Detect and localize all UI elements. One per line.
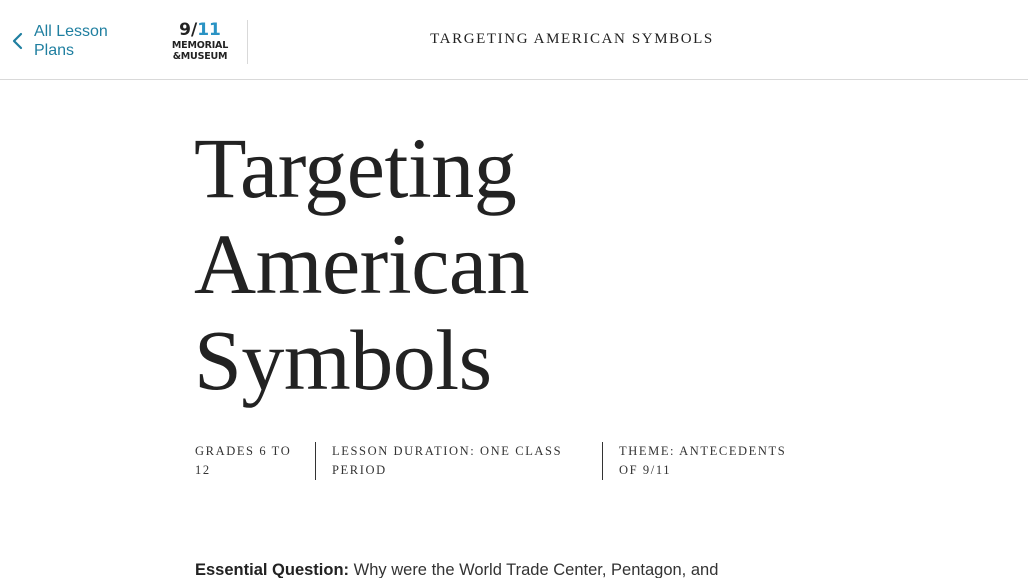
header-divider <box>247 20 248 64</box>
meta-divider <box>602 442 603 480</box>
back-link-label: All Lesson Plans <box>34 23 108 59</box>
logo-line-memorial: MEMORIAL <box>171 40 229 51</box>
page-title: Targeting American Symbols <box>194 120 530 408</box>
back-to-lesson-plans-link[interactable]: All Lesson Plans <box>10 21 134 61</box>
logo-line-museum: &MUSEUM <box>172 51 228 62</box>
chevron-left-icon <box>10 31 24 51</box>
header-title: TARGETING AMERICAN SYMBOLS <box>430 31 714 47</box>
meta-divider <box>315 442 316 480</box>
logo-mark-eleven: 11 <box>197 20 221 40</box>
meta-duration: LESSON DURATION: ONE CLASS PERIOD <box>332 444 563 477</box>
essential-question-label: Essential Question: <box>195 561 350 578</box>
essential-question: Essential Question: Why were the World T… <box>195 559 835 578</box>
logo-mark: 9/11 <box>166 21 234 40</box>
site-header: All Lesson Plans 9/11 MEMORIAL &MUSEUM T… <box>0 0 1028 80</box>
logo-mark-nine: 9/ <box>179 20 198 40</box>
meta-grades: GRADES 6 TO 12 <box>195 444 292 477</box>
meta-theme: THEME: ANTECEDENTS OF 9/11 <box>619 444 787 477</box>
memorial-museum-logo[interactable]: 9/11 MEMORIAL &MUSEUM <box>166 21 234 63</box>
essential-question-text: Why were the World Trade Center, Pentago… <box>353 561 719 578</box>
